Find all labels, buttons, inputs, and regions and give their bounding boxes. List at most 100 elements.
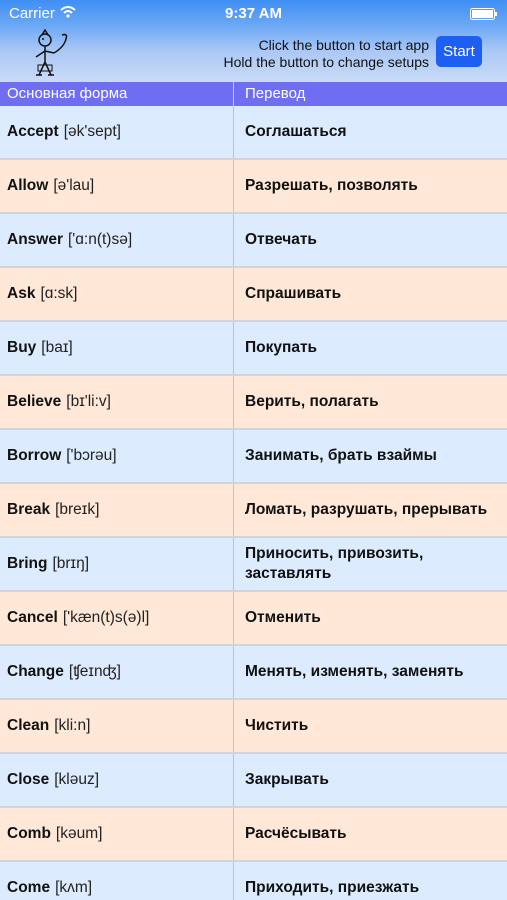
transcription: ['ɑ:n(t)sə] bbox=[68, 231, 133, 248]
translation: Отвечать bbox=[245, 231, 317, 248]
word-cell: Allow [ə'lau] bbox=[7, 160, 229, 212]
translation: Спрашивать bbox=[245, 285, 342, 302]
word-cell: Ask [ɑ:sk] bbox=[7, 268, 229, 320]
word: Believe bbox=[7, 393, 62, 410]
word-cell: Bring [brɪŋ] bbox=[7, 538, 229, 590]
transcription: [kli:n] bbox=[54, 717, 91, 734]
table-row[interactable]: Change [ʧeɪnʤ] Менять, изменять, заменять bbox=[0, 646, 507, 700]
word: Borrow bbox=[7, 447, 62, 464]
word: Accept bbox=[7, 123, 59, 140]
word: Break bbox=[7, 501, 51, 518]
cell-divider bbox=[233, 160, 234, 212]
word: Clean bbox=[7, 717, 50, 734]
table-row[interactable]: Ask [ɑ:sk] Спрашивать bbox=[0, 268, 507, 322]
translation: Занимать, брать взаймы bbox=[245, 447, 437, 464]
table-row[interactable]: Borrow ['bɔrəu] Занимать, брать взаймы bbox=[0, 430, 507, 484]
translation: Покупать bbox=[245, 339, 318, 356]
transcription: [baɪ] bbox=[41, 339, 73, 356]
word-cell: Come [kʌm] bbox=[7, 862, 229, 900]
cell-divider bbox=[233, 322, 234, 374]
cell-divider bbox=[233, 376, 234, 428]
word-list[interactable]: Accept [ək'sept] Соглашаться Allow [ə'lau]… bbox=[0, 106, 507, 900]
word-cell: Close [kləuz] bbox=[7, 754, 229, 806]
table-row[interactable]: Believe [bɪ'li:v] Верить, полагать bbox=[0, 376, 507, 430]
column-translation[interactable]: Перевод bbox=[245, 85, 305, 102]
transcription: [ʧeɪnʤ] bbox=[68, 663, 121, 680]
cell-divider bbox=[233, 592, 234, 644]
word-cell: Break [breɪk] bbox=[7, 484, 229, 536]
translation: Разрешать, позволять bbox=[245, 177, 418, 194]
transcription: [kʌm] bbox=[55, 879, 93, 896]
word-cell: Borrow ['bɔrəu] bbox=[7, 430, 229, 482]
cell-divider bbox=[233, 646, 234, 698]
word: Come bbox=[7, 879, 51, 896]
app-header: Click the button to start app Hold the b… bbox=[0, 27, 507, 82]
hint-line-1: Click the button to start app bbox=[258, 37, 429, 53]
transcription: [ək'sept] bbox=[63, 123, 121, 140]
cell-divider bbox=[233, 862, 234, 900]
word-cell: Cancel ['kæn(t)s(ə)l] bbox=[7, 592, 229, 644]
column-divider bbox=[233, 82, 234, 106]
translation: Отменить bbox=[245, 609, 321, 626]
cell-divider bbox=[233, 538, 234, 590]
word-cell: Believe [bɪ'li:v] bbox=[7, 376, 229, 428]
word: Change bbox=[7, 663, 64, 680]
word: Buy bbox=[7, 339, 37, 356]
cell-divider bbox=[233, 700, 234, 752]
transcription: [breɪk] bbox=[55, 501, 100, 518]
table-row[interactable]: Close [kləuz] Закрывать bbox=[0, 754, 507, 808]
word-cell: Change [ʧeɪnʤ] bbox=[7, 646, 229, 698]
cell-divider bbox=[233, 808, 234, 860]
table-row[interactable]: Accept [ək'sept] Соглашаться bbox=[0, 106, 507, 160]
start-hint: Click the button to start app Hold the b… bbox=[224, 37, 429, 71]
word: Close bbox=[7, 771, 50, 788]
transcription: ['bɔrəu] bbox=[66, 447, 117, 464]
translation: Верить, полагать bbox=[245, 393, 379, 410]
column-header: Основная форма Перевод bbox=[0, 82, 507, 106]
table-row[interactable]: Come [kʌm] Приходить, приезжать bbox=[0, 862, 507, 900]
translation: Соглашаться bbox=[245, 123, 347, 140]
translation: Менять, изменять, заменять bbox=[245, 663, 464, 680]
translation: Приходить, приезжать bbox=[245, 879, 420, 896]
cell-divider bbox=[233, 484, 234, 536]
word: Cancel bbox=[7, 609, 58, 626]
table-row[interactable]: Comb [kəum] Расчёсывать bbox=[0, 808, 507, 862]
transcription: [ə'lau] bbox=[53, 177, 95, 194]
translation: Ломать, разрушать, прерывать bbox=[245, 501, 488, 518]
hint-line-2: Hold the button to change setups bbox=[223, 54, 429, 70]
cell-divider bbox=[233, 430, 234, 482]
word: Answer bbox=[7, 231, 63, 248]
cell-divider bbox=[233, 214, 234, 266]
word-cell: Answer ['ɑ:n(t)sə] bbox=[7, 214, 229, 266]
translation: Приносить, привозить, заставлять bbox=[245, 545, 424, 582]
transcription: [kləuz] bbox=[54, 771, 100, 788]
translation: Чистить bbox=[245, 717, 309, 734]
cell-divider bbox=[233, 754, 234, 806]
battery-icon bbox=[470, 7, 498, 20]
word-cell: Accept [ək'sept] bbox=[7, 106, 229, 158]
status-bar: Carrier 9:37 AM bbox=[0, 0, 507, 27]
table-row[interactable]: Cancel ['kæn(t)s(ə)l] Отменить bbox=[0, 592, 507, 646]
start-button[interactable]: Start bbox=[436, 36, 482, 67]
clock: 9:37 AM bbox=[225, 5, 282, 22]
cell-divider bbox=[233, 106, 234, 158]
transcription: [brɪŋ] bbox=[52, 555, 90, 572]
word: Ask bbox=[7, 285, 36, 302]
table-row[interactable]: Buy [baɪ] Покупать bbox=[0, 322, 507, 376]
translation: Расчёсывать bbox=[245, 825, 347, 842]
table-row[interactable]: Bring [brɪŋ] Приносить, привозить, застав… bbox=[0, 538, 507, 592]
word: Bring bbox=[7, 555, 48, 572]
table-row[interactable]: Allow [ə'lau] Разрешать, позволять bbox=[0, 160, 507, 214]
translation: Закрывать bbox=[245, 771, 329, 788]
transcription: [bɪ'li:v] bbox=[66, 393, 111, 410]
word-cell: Clean [kli:n] bbox=[7, 700, 229, 752]
table-row[interactable]: Break [breɪk] Ломать, разрушать, прерыват… bbox=[0, 484, 507, 538]
top-bar: Carrier 9:37 AM Click the button to star… bbox=[0, 0, 507, 82]
column-base-form[interactable]: Основная форма bbox=[7, 85, 127, 102]
transcription: ['kæn(t)s(ə)l] bbox=[62, 609, 150, 626]
word: Comb bbox=[7, 825, 51, 842]
word-cell: Comb [kəum] bbox=[7, 808, 229, 860]
table-row[interactable]: Answer ['ɑ:n(t)sə] Отвечать bbox=[0, 214, 507, 268]
table-row[interactable]: Clean [kli:n] Чистить bbox=[0, 700, 507, 754]
cell-divider bbox=[233, 268, 234, 320]
